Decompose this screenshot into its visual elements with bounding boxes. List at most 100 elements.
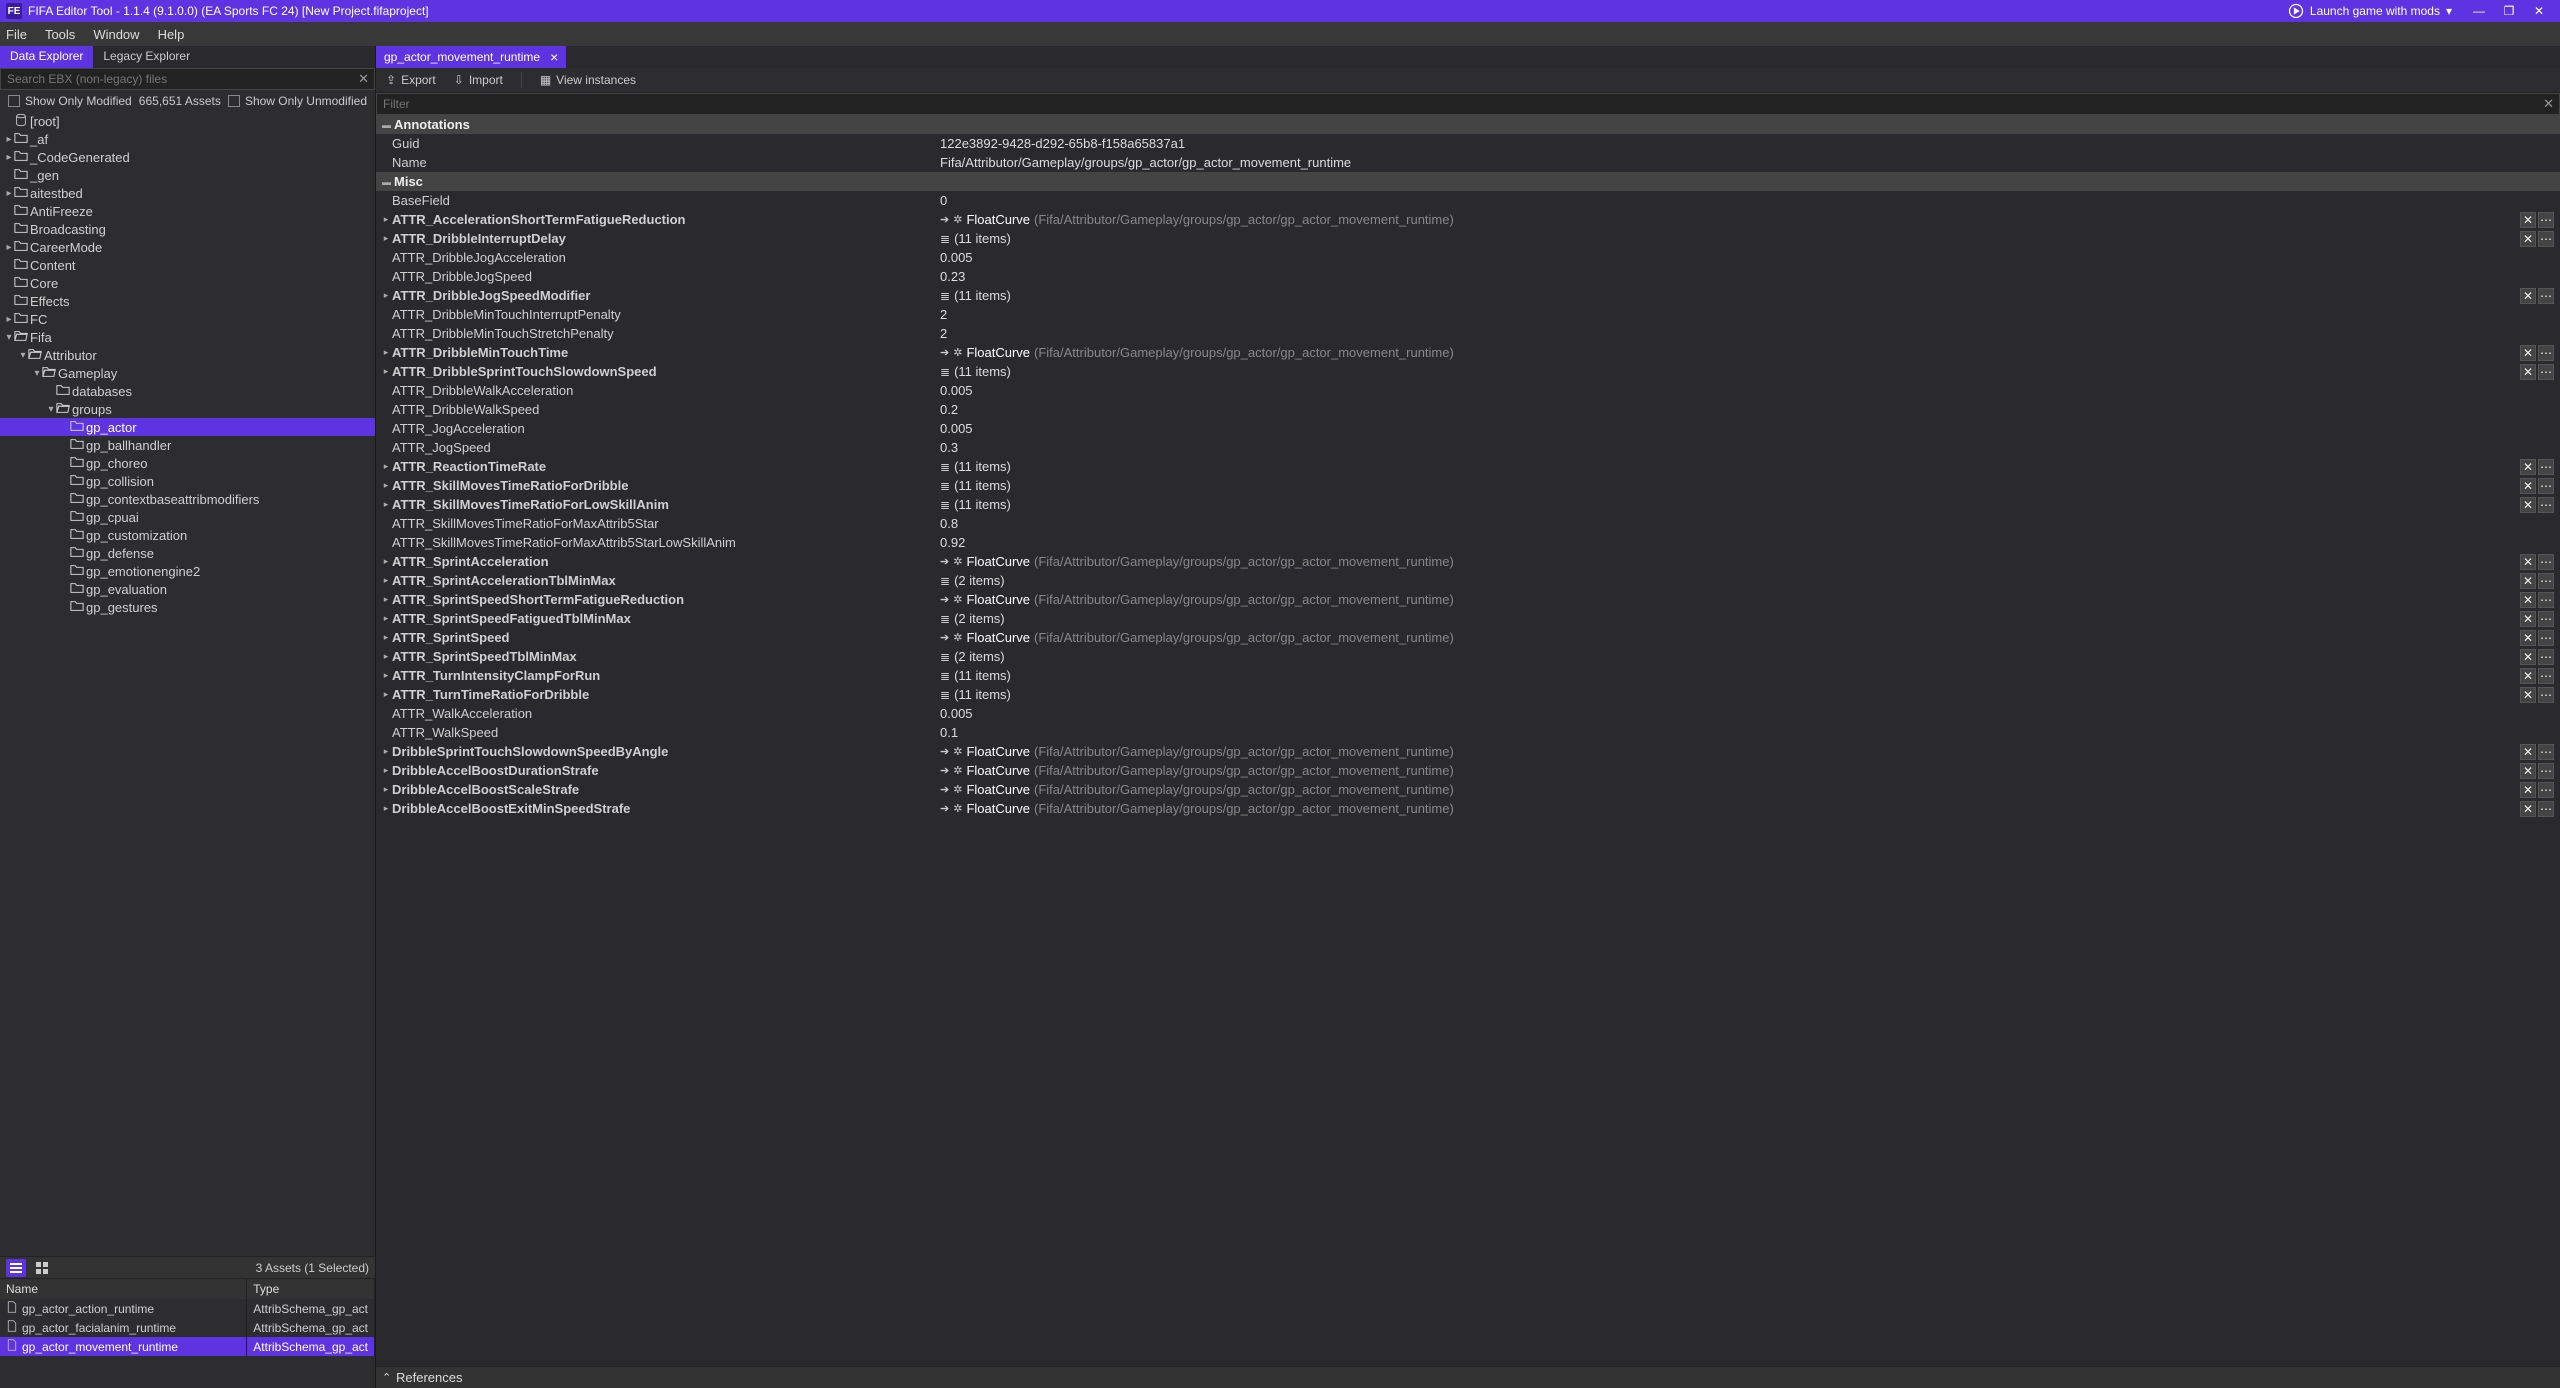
property-row[interactable]: ▸ATTR_AccelerationShortTermFatigueReduct…: [376, 210, 2560, 229]
more-button[interactable]: ⋯: [2538, 668, 2554, 684]
tree-item[interactable]: gp_evaluation: [0, 580, 375, 598]
prop-value[interactable]: ➔ ✲ FloatCurve (Fifa/Attributor/Gameplay…: [940, 801, 2520, 816]
tree-item[interactable]: [root]: [0, 112, 375, 130]
more-button[interactable]: ⋯: [2538, 459, 2554, 475]
property-row[interactable]: ▸ATTR_SkillMovesTimeRatioForLowSkillAnim…: [376, 495, 2560, 514]
grid-view-button[interactable]: [32, 1259, 52, 1277]
prop-value[interactable]: 0.3: [940, 440, 2556, 455]
prop-value[interactable]: ➔ ✲ FloatCurve (Fifa/Attributor/Gameplay…: [940, 763, 2520, 778]
show-unmodified-checkbox[interactable]: Show Only Unmodified: [228, 94, 367, 108]
import-button[interactable]: ⇩Import: [454, 73, 503, 87]
close-window-button[interactable]: ✕: [2524, 4, 2554, 18]
property-row[interactable]: ▸ATTR_SprintSpeedShortTermFatigueReducti…: [376, 590, 2560, 609]
tree-item[interactable]: _gen: [0, 166, 375, 184]
property-row[interactable]: ATTR_DribbleWalkSpeed0.2: [376, 400, 2560, 419]
prop-value[interactable]: 0.92: [940, 535, 2556, 550]
prop-value[interactable]: ≣ (11 items): [940, 687, 2520, 702]
property-row[interactable]: ATTR_DribbleWalkAcceleration0.005: [376, 381, 2560, 400]
property-row[interactable]: ATTR_SkillMovesTimeRatioForMaxAttrib5Sta…: [376, 514, 2560, 533]
clear-button[interactable]: ✕: [2520, 668, 2536, 684]
property-row[interactable]: ATTR_DribbleJogSpeed0.23: [376, 267, 2560, 286]
prop-value[interactable]: 0.23: [940, 269, 2556, 284]
prop-value[interactable]: 0.005: [940, 383, 2556, 398]
clear-filter-icon[interactable]: ✕: [2543, 96, 2554, 112]
property-row[interactable]: ▸ATTR_SprintAcceleration➔ ✲ FloatCurve (…: [376, 552, 2560, 571]
more-button[interactable]: ⋯: [2538, 478, 2554, 494]
property-filter-input[interactable]: [376, 93, 2560, 115]
clear-button[interactable]: ✕: [2520, 212, 2536, 228]
tree-item[interactable]: Broadcasting: [0, 220, 375, 238]
tree-item[interactable]: ▾Gameplay: [0, 364, 375, 382]
tree-item[interactable]: ▸FC: [0, 310, 375, 328]
menu-tools[interactable]: Tools: [45, 27, 75, 42]
property-row[interactable]: ATTR_WalkSpeed0.1: [376, 723, 2560, 742]
tree-item[interactable]: ▾Attributor: [0, 346, 375, 364]
tree-item[interactable]: ▸aitestbed: [0, 184, 375, 202]
tree-item[interactable]: Content: [0, 256, 375, 274]
tree-item[interactable]: Effects: [0, 292, 375, 310]
property-row[interactable]: Guid122e3892-9428-d292-65b8-f158a65837a1: [376, 134, 2560, 153]
clear-button[interactable]: ✕: [2520, 478, 2536, 494]
property-row[interactable]: NameFifa/Attributor/Gameplay/groups/gp_a…: [376, 153, 2560, 172]
tree-item[interactable]: gp_contextbaseattribmodifiers: [0, 490, 375, 508]
prop-value[interactable]: ➔ ✲ FloatCurve (Fifa/Attributor/Gameplay…: [940, 744, 2520, 759]
clear-button[interactable]: ✕: [2520, 554, 2536, 570]
close-tab-icon[interactable]: ×: [550, 50, 558, 64]
more-button[interactable]: ⋯: [2538, 801, 2554, 817]
tree-item[interactable]: ▾Fifa: [0, 328, 375, 346]
property-row[interactable]: ATTR_WalkAcceleration0.005: [376, 704, 2560, 723]
maximize-button[interactable]: ❐: [2494, 4, 2524, 18]
prop-value[interactable]: 0.005: [940, 250, 2556, 265]
tab-legacy-explorer[interactable]: Legacy Explorer: [93, 46, 200, 68]
search-input[interactable]: [0, 68, 375, 90]
prop-value[interactable]: ≣ (11 items): [940, 497, 2520, 512]
tree-item[interactable]: gp_cpuai: [0, 508, 375, 526]
clear-button[interactable]: ✕: [2520, 345, 2536, 361]
clear-button[interactable]: ✕: [2520, 288, 2536, 304]
prop-value[interactable]: ≣ (11 items): [940, 668, 2520, 683]
prop-value[interactable]: ≣ (2 items): [940, 573, 2520, 588]
prop-value[interactable]: ➔ ✲ FloatCurve (Fifa/Attributor/Gameplay…: [940, 212, 2520, 227]
clear-button[interactable]: ✕: [2520, 573, 2536, 589]
property-row[interactable]: ATTR_SkillMovesTimeRatioForMaxAttrib5Sta…: [376, 533, 2560, 552]
property-row[interactable]: ▸ATTR_DribbleSprintTouchSlowdownSpeed≣ (…: [376, 362, 2560, 381]
list-view-button[interactable]: [6, 1259, 26, 1277]
clear-button[interactable]: ✕: [2520, 801, 2536, 817]
menu-help[interactable]: Help: [158, 27, 185, 42]
tree-item[interactable]: gp_choreo: [0, 454, 375, 472]
tab-data-explorer[interactable]: Data Explorer: [0, 46, 93, 68]
property-row[interactable]: ▸ATTR_SprintSpeed➔ ✲ FloatCurve (Fifa/At…: [376, 628, 2560, 647]
prop-value[interactable]: 2: [940, 307, 2556, 322]
tree-item[interactable]: gp_collision: [0, 472, 375, 490]
more-button[interactable]: ⋯: [2538, 630, 2554, 646]
more-button[interactable]: ⋯: [2538, 554, 2554, 570]
tree-item[interactable]: gp_actor: [0, 418, 375, 436]
minimize-button[interactable]: —: [2464, 4, 2494, 18]
prop-value[interactable]: 2: [940, 326, 2556, 341]
property-row[interactable]: ▸DribbleAccelBoostScaleStrafe➔ ✲ FloatCu…: [376, 780, 2560, 799]
more-button[interactable]: ⋯: [2538, 497, 2554, 513]
property-row[interactable]: ▸ATTR_SkillMovesTimeRatioForDribble≣ (11…: [376, 476, 2560, 495]
property-row[interactable]: BaseField0: [376, 191, 2560, 210]
more-button[interactable]: ⋯: [2538, 288, 2554, 304]
property-row[interactable]: ▸DribbleAccelBoostDurationStrafe➔ ✲ Floa…: [376, 761, 2560, 780]
tree-item[interactable]: ▾groups: [0, 400, 375, 418]
property-row[interactable]: ATTR_DribbleMinTouchStretchPenalty2: [376, 324, 2560, 343]
prop-value[interactable]: ≣ (11 items): [940, 231, 2520, 246]
asset-row[interactable]: gp_actor_facialanim_runtimeAttribSchema_…: [0, 1318, 375, 1337]
section-header[interactable]: ▬Misc: [376, 172, 2560, 191]
property-row[interactable]: ▸ATTR_ReactionTimeRate≣ (11 items)✕⋯: [376, 457, 2560, 476]
export-button[interactable]: ⇪Export: [386, 73, 436, 87]
property-row[interactable]: ATTR_JogSpeed0.3: [376, 438, 2560, 457]
property-row[interactable]: ▸ATTR_SprintAccelerationTblMinMax≣ (2 it…: [376, 571, 2560, 590]
clear-button[interactable]: ✕: [2520, 649, 2536, 665]
more-button[interactable]: ⋯: [2538, 687, 2554, 703]
prop-value[interactable]: ➔ ✲ FloatCurve (Fifa/Attributor/Gameplay…: [940, 345, 2520, 360]
tree-item[interactable]: AntiFreeze: [0, 202, 375, 220]
tree-item[interactable]: Core: [0, 274, 375, 292]
property-row[interactable]: ATTR_JogAcceleration0.005: [376, 419, 2560, 438]
more-button[interactable]: ⋯: [2538, 345, 2554, 361]
property-row[interactable]: ATTR_DribbleJogAcceleration0.005: [376, 248, 2560, 267]
editor-tab[interactable]: gp_actor_movement_runtime ×: [376, 46, 566, 68]
tree-item[interactable]: ▸CareerMode: [0, 238, 375, 256]
